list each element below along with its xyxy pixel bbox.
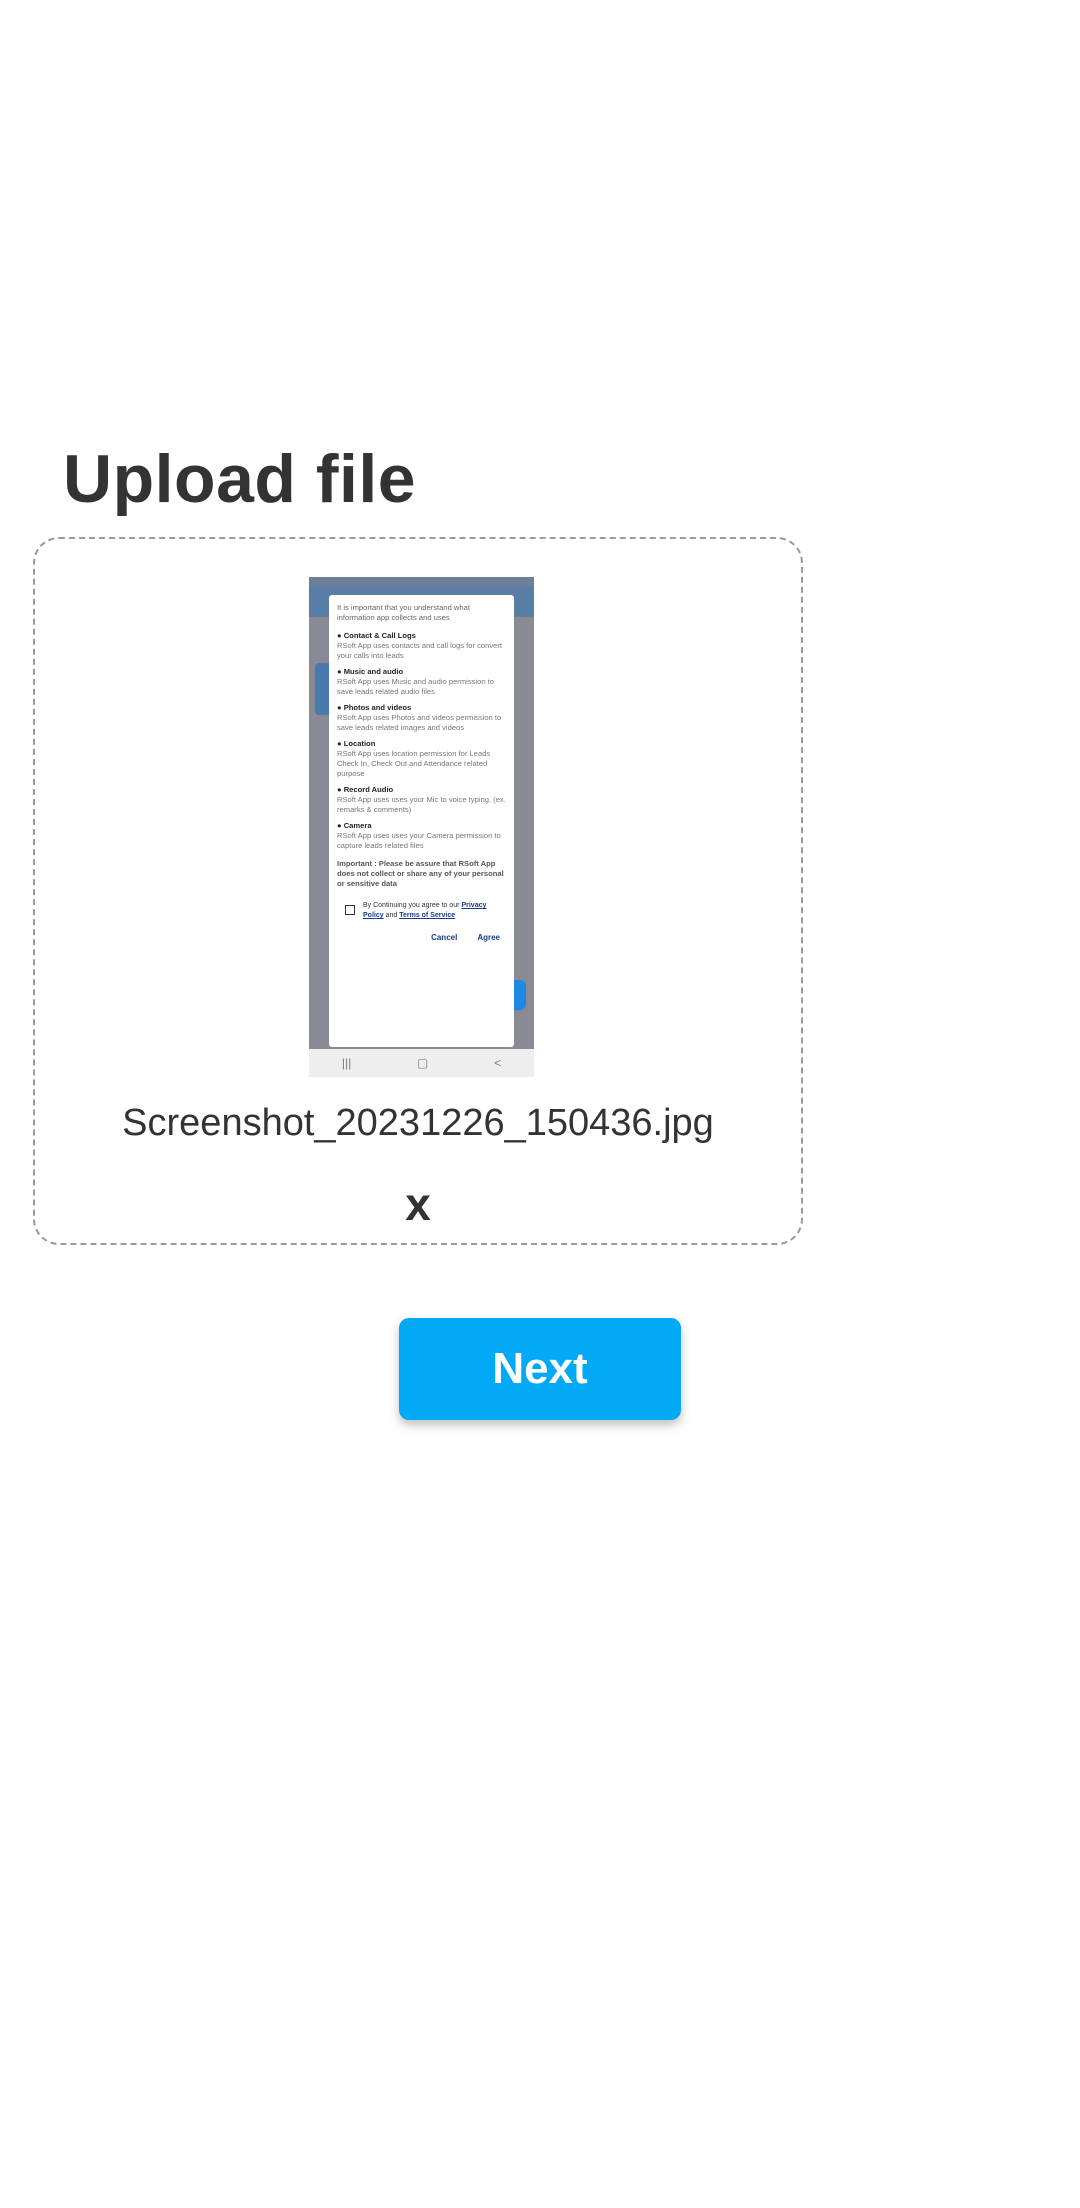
remove-file-button[interactable]: x bbox=[35, 1177, 801, 1231]
preview-section-body: RSoft App uses uses your Camera permissi… bbox=[337, 831, 501, 850]
preview-consent-row: By Continuing you agree to our Privacy P… bbox=[337, 901, 506, 921]
preview-section-title: ● Location bbox=[337, 739, 376, 748]
preview-consent-prefix: By Continuing you agree to our bbox=[363, 902, 460, 909]
page-title: Upload file bbox=[63, 441, 417, 517]
preview-status-bar bbox=[309, 577, 534, 587]
preview-section-body: RSoft App uses location permission for L… bbox=[337, 749, 491, 778]
preview-home-icon: ▢ bbox=[416, 1056, 429, 1070]
preview-back-icon: < bbox=[494, 1056, 502, 1070]
preview-section-title: ● Record Audio bbox=[337, 785, 394, 794]
preview-section-body: RSoft App uses Photos and videos permiss… bbox=[337, 713, 502, 732]
preview-section-title: ● Contact & Call Logs bbox=[337, 631, 416, 640]
preview-cancel-label: Cancel bbox=[431, 933, 458, 942]
file-drop-zone[interactable]: It is important that you understand what… bbox=[33, 537, 803, 1245]
preview-section-body: RSoft App uses Music and audio permissio… bbox=[337, 677, 495, 696]
file-name-label: Screenshot_20231226_150436.jpg bbox=[122, 1102, 714, 1144]
preview-checkbox-icon bbox=[345, 905, 355, 915]
preview-consent-and: and bbox=[385, 912, 398, 919]
preview-nav-bar: ||| ▢ < bbox=[309, 1049, 534, 1077]
preview-agree-label: Agree bbox=[477, 933, 500, 942]
preview-section-title: ● Music and audio bbox=[337, 667, 404, 676]
preview-dialog-intro: It is important that you understand what… bbox=[337, 603, 470, 622]
preview-section-body: RSoft App uses contacts and call logs fo… bbox=[337, 641, 503, 660]
preview-section-body: RSoft App uses uses your Mic to voice ty… bbox=[337, 795, 506, 814]
preview-consent-text: By Continuing you agree to our Privacy P… bbox=[363, 901, 506, 921]
preview-recents-icon: ||| bbox=[341, 1056, 352, 1070]
upload-page: Upload file It is important that you und… bbox=[0, 0, 1080, 2208]
file-preview-thumbnail: It is important that you understand what… bbox=[309, 577, 534, 1077]
preview-dialog-actions: Cancel Agree bbox=[337, 933, 506, 943]
preview-important-note: Important : Please be assure that RSoft … bbox=[337, 859, 504, 888]
preview-section-title: ● Camera bbox=[337, 821, 372, 830]
preview-permission-dialog: It is important that you understand what… bbox=[329, 595, 514, 1047]
next-button[interactable]: Next bbox=[399, 1318, 681, 1420]
preview-terms-link: Terms of Service bbox=[399, 912, 456, 919]
preview-section-title: ● Photos and videos bbox=[337, 703, 412, 712]
